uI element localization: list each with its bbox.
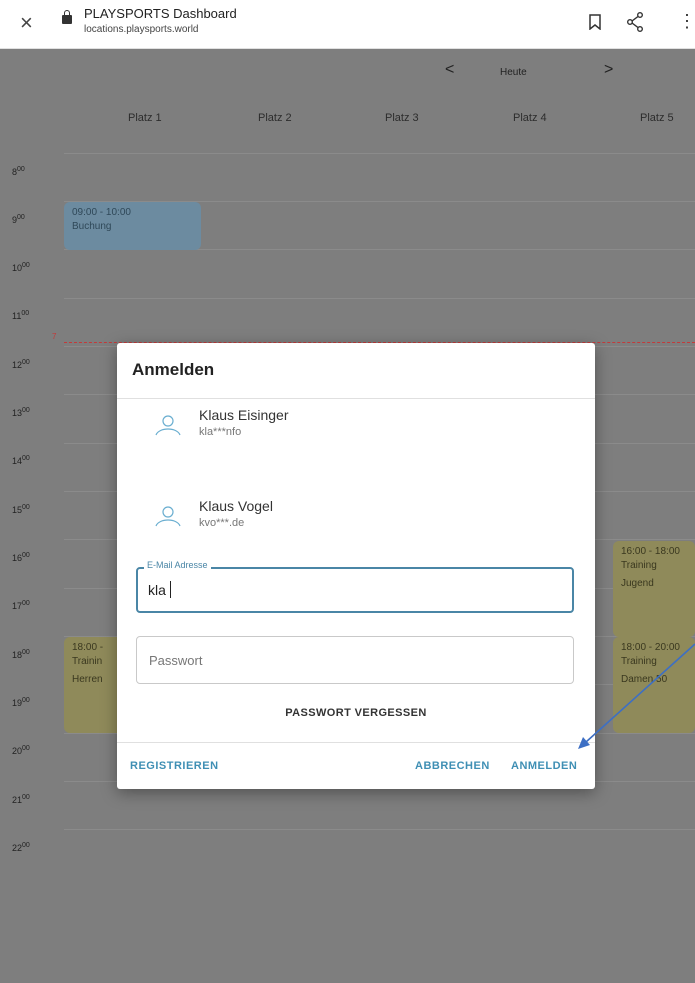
annotation-arrow [578,643,695,749]
